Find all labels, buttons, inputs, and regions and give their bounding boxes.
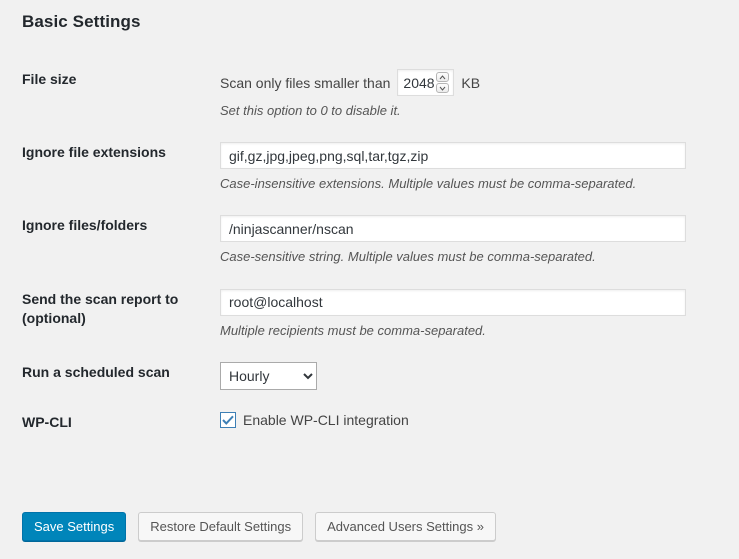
form-actions: Save Settings Restore Default Settings A… [22,512,496,541]
restore-defaults-button[interactable]: Restore Default Settings [138,512,303,541]
cell-scheduled-scan: Hourly [220,351,739,401]
spinner-up-button[interactable] [436,72,449,82]
file-size-stepper[interactable] [397,69,454,96]
advanced-users-settings-button[interactable]: Advanced Users Settings » [315,512,496,541]
ignore-paths-description: Case-sensitive string. Multiple values m… [220,248,729,266]
file-size-unit: KB [461,75,480,91]
file-size-prefix-text: Scan only files smaller than [220,75,390,91]
row-report-email: Send the scan report to (optional) Multi… [0,278,739,351]
cell-file-size: Scan only files smaller than [220,58,739,131]
save-settings-button[interactable]: Save Settings [22,512,126,541]
chevron-up-icon [439,75,446,80]
settings-page: Basic Settings File size Scan only files… [0,0,739,559]
file-size-spin-buttons[interactable] [436,72,449,93]
settings-form-table: File size Scan only files smaller than [0,58,739,444]
row-ignore-extensions: Ignore file extensions Case-insensitive … [0,131,739,204]
spinner-down-button[interactable] [436,83,449,93]
ignore-extensions-input[interactable] [220,142,686,169]
label-report-email: Send the scan report to (optional) [0,278,220,351]
ignore-extensions-description: Case-insensitive extensions. Multiple va… [220,175,729,193]
label-ignore-paths: Ignore files/folders [0,204,220,277]
file-size-control-group: Scan only files smaller than [220,69,729,96]
label-file-size: File size [0,58,220,131]
row-file-size: File size Scan only files smaller than [0,58,739,131]
file-size-input[interactable] [398,71,436,94]
wp-cli-checkbox[interactable] [220,412,236,428]
label-wp-cli: WP-CLI [0,401,220,445]
chevron-down-icon [439,86,446,91]
cell-wp-cli: Enable WP-CLI integration [220,401,739,445]
scheduled-scan-select[interactable]: Hourly [220,362,317,390]
file-size-description: Set this option to 0 to disable it. [220,102,729,120]
row-ignore-paths: Ignore files/folders Case-sensitive stri… [0,204,739,277]
label-scheduled-scan: Run a scheduled scan [0,351,220,401]
label-ignore-extensions: Ignore file extensions [0,131,220,204]
wp-cli-checkbox-label: Enable WP-CLI integration [243,412,409,428]
row-wp-cli: WP-CLI Enable WP-CLI integration [0,401,739,445]
wp-cli-checkbox-row[interactable]: Enable WP-CLI integration [220,412,729,428]
row-scheduled-scan: Run a scheduled scan Hourly [0,351,739,401]
ignore-paths-input[interactable] [220,215,686,242]
report-email-input[interactable] [220,289,686,316]
cell-report-email: Multiple recipients must be comma-separa… [220,278,739,351]
checkmark-icon [222,415,234,425]
report-email-description: Multiple recipients must be comma-separa… [220,322,729,340]
page-title: Basic Settings [22,12,141,32]
cell-ignore-extensions: Case-insensitive extensions. Multiple va… [220,131,739,204]
cell-ignore-paths: Case-sensitive string. Multiple values m… [220,204,739,277]
